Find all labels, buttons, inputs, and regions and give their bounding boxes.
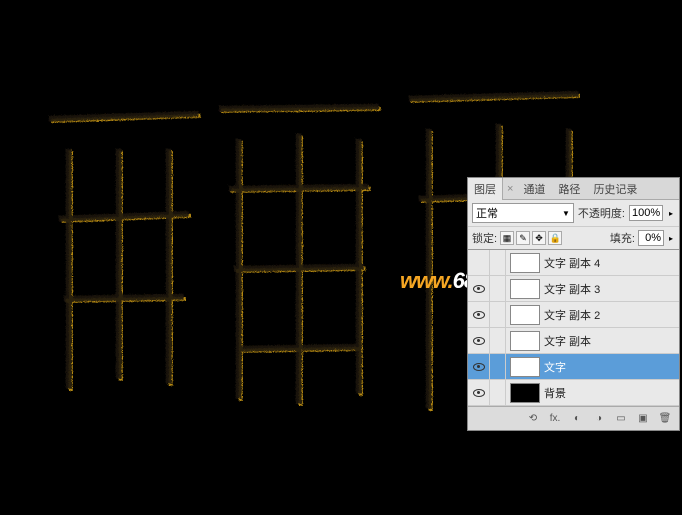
eye-icon [473, 389, 485, 397]
lock-fill-row: 锁定: ▦ ✎ ✥ 🔒 填充: 0% ▸ [468, 227, 679, 250]
lock-all-icon[interactable]: 🔒 [548, 231, 562, 245]
eye-icon [473, 311, 485, 319]
lock-transparent-icon[interactable]: ▦ [500, 231, 514, 245]
layer-link-cell [490, 302, 506, 328]
layer-name-label: 文字 副本 3 [544, 281, 600, 297]
tab-paths[interactable]: 路径 [552, 178, 587, 200]
opacity-chevron-icon[interactable]: ▸ [667, 209, 675, 218]
layer-visibility-toggle[interactable] [468, 276, 490, 302]
layers-panel: 图层 × 通道 路径 历史记录 正常 ▼ 不透明度: 100% ▸ 锁定: ▦ … [467, 177, 680, 431]
layers-list: 文字 副本 4 文字 副本 3 文字 副本 2 文字 副本文字背景 [468, 250, 679, 406]
layer-thumbnail [510, 279, 540, 299]
tab-channels[interactable]: 通道 [517, 178, 552, 200]
layer-name-label: 文字 副本 [544, 333, 591, 349]
layer-thumbnail [510, 357, 540, 377]
fill-input[interactable]: 0% [638, 230, 664, 246]
watermark-prefix: www. [400, 268, 453, 293]
layer-row[interactable]: 文字 副本 [468, 328, 679, 354]
new-layer-icon[interactable]: ▣ [635, 412, 651, 426]
layer-visibility-toggle[interactable] [468, 354, 490, 380]
layer-row[interactable]: 文字 副本 4 [468, 250, 679, 276]
layer-name-label: 文字 副本 4 [544, 255, 600, 271]
lock-brush-icon[interactable]: ✎ [516, 231, 530, 245]
tab-history[interactable]: 历史记录 [587, 178, 644, 200]
layer-thumbnail [510, 383, 540, 403]
blend-mode-select[interactable]: 正常 ▼ [472, 203, 574, 223]
layer-link-cell [490, 354, 506, 380]
blend-mode-value: 正常 [476, 205, 498, 221]
lock-label: 锁定: [472, 230, 497, 246]
blend-opacity-row: 正常 ▼ 不透明度: 100% ▸ [468, 200, 679, 227]
layer-row[interactable]: 背景 [468, 380, 679, 406]
fill-label: 填充: [610, 230, 635, 246]
layer-link-cell [490, 380, 506, 406]
layer-name-label: 文字 [544, 359, 566, 375]
layer-name-label: 文字 副本 2 [544, 307, 600, 323]
layer-row[interactable]: 文字 [468, 354, 679, 380]
opacity-input[interactable]: 100% [629, 205, 663, 221]
fill-chevron-icon[interactable]: ▸ [667, 234, 675, 243]
layer-row[interactable]: 文字 副本 3 [468, 276, 679, 302]
eye-icon [473, 337, 485, 345]
fx-icon[interactable]: fx. [547, 412, 563, 426]
layer-link-cell [490, 328, 506, 354]
layer-visibility-toggle[interactable] [468, 328, 490, 354]
layer-name-label: 背景 [544, 385, 566, 401]
trash-icon[interactable]: 🗑 [657, 412, 673, 426]
eye-icon [473, 363, 485, 371]
panel-tabs: 图层 × 通道 路径 历史记录 [468, 178, 679, 200]
tab-close-icon[interactable]: × [503, 183, 517, 195]
lock-move-icon[interactable]: ✥ [532, 231, 546, 245]
opacity-label: 不透明度: [578, 205, 625, 221]
layer-visibility-toggle[interactable] [468, 380, 490, 406]
adjustment-icon[interactable]: ◑ [591, 412, 607, 426]
layer-row[interactable]: 文字 副本 2 [468, 302, 679, 328]
link-layers-icon[interactable]: ⟲ [525, 412, 541, 426]
layer-thumbnail [510, 331, 540, 351]
eye-icon [473, 285, 485, 293]
mask-icon[interactable]: ◐ [569, 412, 585, 426]
layer-visibility-toggle[interactable] [468, 250, 490, 276]
layer-thumbnail [510, 305, 540, 325]
layer-thumbnail [510, 253, 540, 273]
layer-link-cell [490, 276, 506, 302]
panel-footer: ⟲ fx. ◐ ◑ ▭ ▣ 🗑 [468, 406, 679, 430]
tab-layers[interactable]: 图层 [468, 178, 503, 200]
layer-link-cell [490, 250, 506, 276]
chevron-down-icon: ▼ [562, 209, 570, 218]
folder-icon[interactable]: ▭ [613, 412, 629, 426]
layer-visibility-toggle[interactable] [468, 302, 490, 328]
